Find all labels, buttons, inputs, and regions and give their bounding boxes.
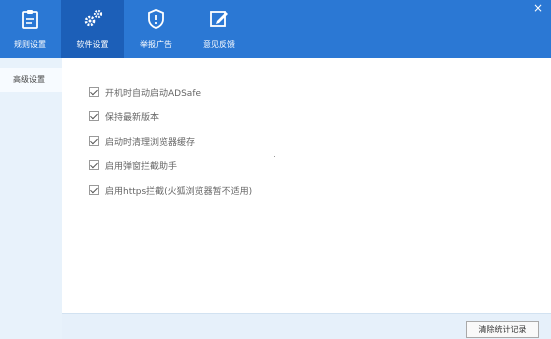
footer-bar: 清除统计记录 bbox=[62, 313, 551, 339]
stray-dot bbox=[274, 156, 275, 157]
option-label: 启用弹窗拦截助手 bbox=[105, 161, 178, 172]
edit-icon bbox=[208, 8, 230, 30]
close-icon[interactable]: × bbox=[533, 2, 543, 14]
tab-software-settings[interactable]: 软件设置 bbox=[61, 0, 124, 58]
tab-feedback-label: 意见反馈 bbox=[203, 40, 235, 49]
option-popup-blocker[interactable]: 启用弹窗拦截助手 bbox=[89, 159, 178, 172]
tab-software-settings-label: 软件设置 bbox=[76, 40, 109, 49]
sidebar-item-label: 高级设置 bbox=[13, 75, 45, 84]
tab-report-ads-label: 举报广告 bbox=[140, 40, 172, 49]
settings-panel: 开机时自动启动ADSafe 保持最新版本 启动时清理浏览器缓存 启用弹窗拦截助手… bbox=[62, 58, 551, 313]
option-label: 启用https拦截(火狐浏览器暂不适用) bbox=[105, 186, 253, 197]
autostart-checkbox[interactable] bbox=[89, 87, 99, 97]
option-label: 启动时清理浏览器缓存 bbox=[105, 137, 196, 148]
option-autostart[interactable]: 开机时自动启动ADSafe bbox=[89, 86, 202, 99]
option-clear-cache[interactable]: 启动时清理浏览器缓存 bbox=[89, 135, 196, 148]
tab-rules-label: 规则设置 bbox=[14, 40, 46, 49]
gears-icon bbox=[82, 8, 104, 30]
shield-icon bbox=[145, 8, 167, 30]
sidebar: 高级设置 bbox=[0, 58, 62, 339]
keep-updated-checkbox[interactable] bbox=[89, 111, 99, 121]
https-blocking-checkbox[interactable] bbox=[89, 185, 99, 195]
option-label: 保持最新版本 bbox=[105, 112, 160, 123]
tab-report-ads[interactable]: 举报广告 bbox=[124, 0, 188, 58]
top-bar: 规则设置 软件设置 举报广告 意见反馈 × bbox=[0, 0, 551, 58]
sidebar-item-advanced-settings[interactable]: 高级设置 bbox=[0, 68, 62, 92]
tab-feedback[interactable]: 意见反馈 bbox=[188, 0, 250, 58]
clear-cache-checkbox[interactable] bbox=[89, 136, 99, 146]
tab-rules[interactable]: 规则设置 bbox=[0, 0, 60, 58]
clipboard-icon bbox=[19, 8, 41, 30]
clear-stats-button[interactable]: 清除统计记录 bbox=[466, 321, 539, 338]
popup-blocker-checkbox[interactable] bbox=[89, 160, 99, 170]
option-https-blocking[interactable]: 启用https拦截(火狐浏览器暂不适用) bbox=[89, 184, 253, 197]
option-keep-updated[interactable]: 保持最新版本 bbox=[89, 110, 160, 123]
option-label: 开机时自动启动ADSafe bbox=[105, 88, 202, 99]
